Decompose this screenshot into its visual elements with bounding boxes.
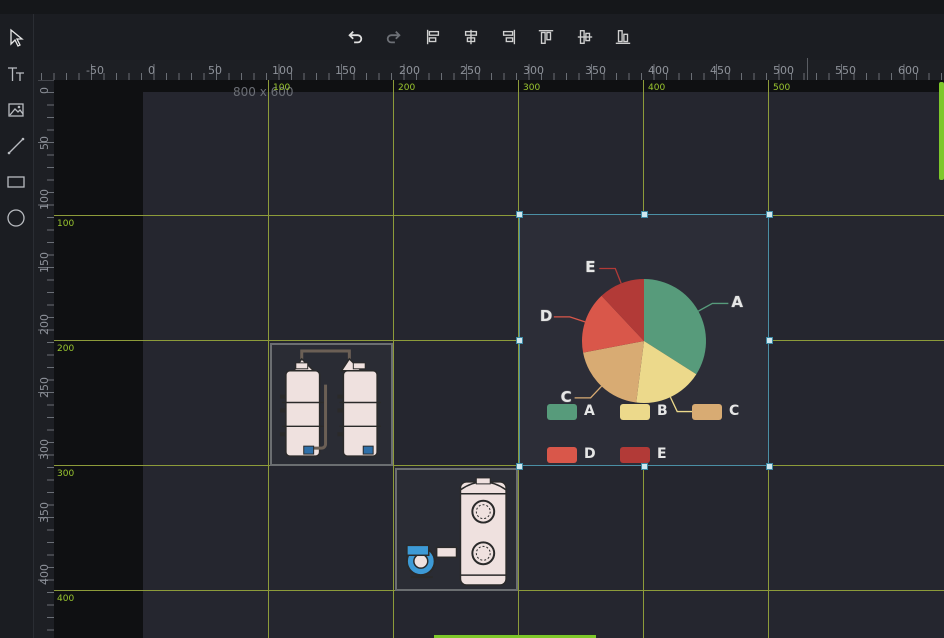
image-icon[interactable] <box>4 98 28 122</box>
hruler-label: -50 <box>86 64 104 77</box>
vruler-label: 250 <box>38 377 51 398</box>
vruler-label: 350 <box>38 502 51 523</box>
hruler-label: 150 <box>335 64 356 77</box>
resize-handle[interactable] <box>516 463 523 470</box>
boiler-pump-icon <box>397 470 516 589</box>
guide-label: 400 <box>57 594 75 604</box>
guide-vertical[interactable] <box>393 80 394 638</box>
ruler-cursor-marker <box>807 58 808 80</box>
workspace[interactable]: 800 x 600 100 200 300 400 500 100 200 30… <box>54 80 944 638</box>
line-icon[interactable] <box>4 134 28 158</box>
vertical-ruler: 0 50 100 150 200 250 300 350 400 <box>34 80 54 638</box>
toolbar <box>34 14 944 60</box>
hruler-label: 200 <box>399 64 420 77</box>
hruler-label: 550 <box>835 64 856 77</box>
guide-label: 200 <box>398 83 416 93</box>
hruler-label: 300 <box>523 64 544 77</box>
redo-icon[interactable] <box>382 25 406 49</box>
guide-horizontal[interactable] <box>54 340 944 341</box>
circle-icon[interactable] <box>4 206 28 230</box>
resize-handle[interactable] <box>766 337 773 344</box>
rectangle-icon[interactable] <box>4 170 28 194</box>
resize-handle[interactable] <box>516 337 523 344</box>
resize-handle[interactable] <box>766 211 773 218</box>
twin-tank-icon <box>277 345 386 464</box>
resize-handle[interactable] <box>641 211 648 218</box>
guide-label: 300 <box>57 469 75 479</box>
hruler-label: 500 <box>773 64 794 77</box>
hruler-label: 250 <box>460 64 481 77</box>
vruler-label: 50 <box>38 136 51 150</box>
hruler-label: 350 <box>585 64 606 77</box>
align-bottom-icon[interactable] <box>611 25 635 49</box>
guide-label: 200 <box>57 344 75 354</box>
guide-label: 400 <box>648 83 666 93</box>
vruler-label: 150 <box>38 252 51 273</box>
guide-label: 300 <box>523 83 541 93</box>
align-center-h-icon[interactable] <box>459 25 483 49</box>
undo-icon[interactable] <box>343 25 367 49</box>
vruler-label: 0 <box>38 87 51 94</box>
vruler-label: 200 <box>38 314 51 335</box>
hruler-label: 0 <box>148 64 155 77</box>
selection-box[interactable] <box>519 214 769 466</box>
boiler-pump-component[interactable] <box>395 468 518 591</box>
vruler-label: 400 <box>38 564 51 585</box>
hruler-label: 450 <box>710 64 731 77</box>
align-top-icon[interactable] <box>534 25 558 49</box>
align-left-icon[interactable] <box>421 25 445 49</box>
hruler-label: 50 <box>208 64 222 77</box>
resize-handle[interactable] <box>516 211 523 218</box>
guide-label: 500 <box>773 83 791 93</box>
pointer-icon[interactable] <box>4 26 28 50</box>
guide-horizontal[interactable] <box>54 215 944 216</box>
vruler-label: 300 <box>38 439 51 460</box>
hruler-label: 600 <box>898 64 919 77</box>
resize-handle[interactable] <box>766 463 773 470</box>
hruler-label: 400 <box>648 64 669 77</box>
guide-horizontal[interactable] <box>54 465 944 466</box>
text-icon[interactable] <box>4 62 28 86</box>
align-middle-v-icon[interactable] <box>573 25 597 49</box>
hruler-label: 100 <box>272 64 293 77</box>
vertical-scrollbar[interactable] <box>939 82 944 180</box>
top-strip <box>0 0 944 15</box>
tank-pair-component[interactable] <box>270 343 393 466</box>
guide-vertical[interactable] <box>268 80 269 638</box>
guide-label: 100 <box>273 83 291 93</box>
tool-sidebar <box>0 14 34 638</box>
guide-label: 100 <box>57 219 75 229</box>
vruler-label: 100 <box>38 189 51 210</box>
resize-handle[interactable] <box>641 463 648 470</box>
align-right-icon[interactable] <box>497 25 521 49</box>
